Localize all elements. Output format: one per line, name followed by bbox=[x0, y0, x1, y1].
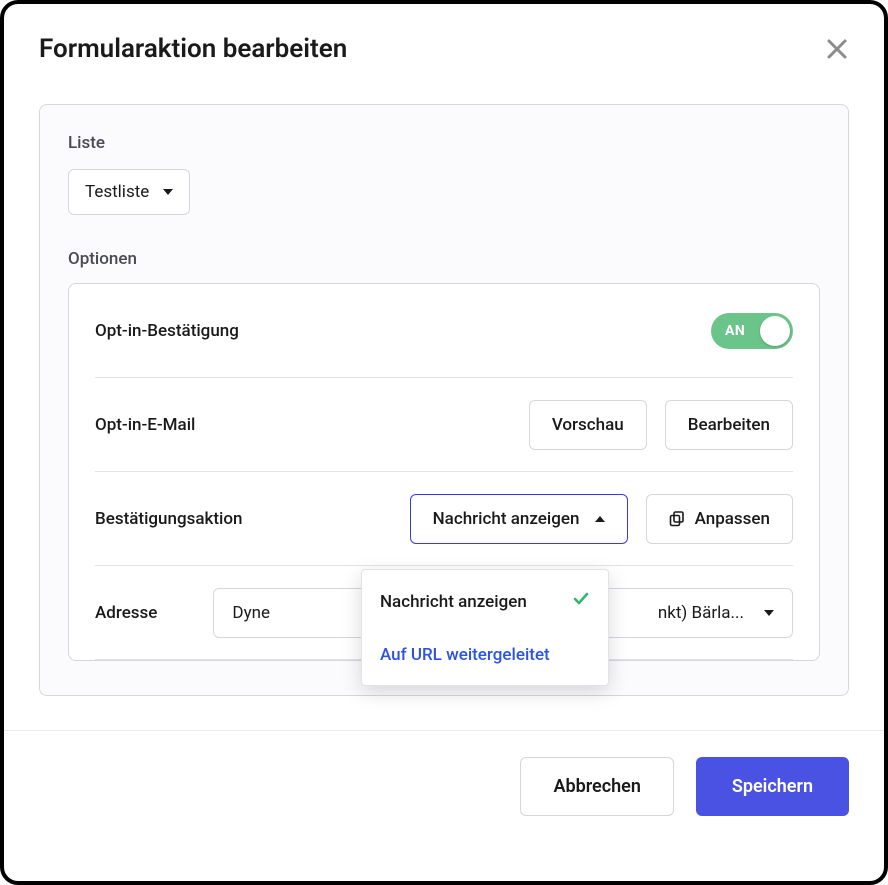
address-value-prefix: Dyne bbox=[232, 603, 270, 623]
menu-item-show-message[interactable]: Nachricht anzeigen bbox=[362, 574, 608, 629]
caret-down-icon bbox=[764, 610, 774, 616]
dialog-footer: Abbrechen Speichern bbox=[4, 730, 884, 842]
caret-up-icon bbox=[595, 516, 605, 522]
confirm-action-value: Nachricht anzeigen bbox=[433, 509, 580, 529]
caret-down-icon bbox=[163, 189, 173, 195]
row-optin-email: Opt-in-E-Mail Vorschau Bearbeiten bbox=[95, 378, 793, 472]
close-icon[interactable] bbox=[825, 37, 849, 61]
menu-item-redirect-url[interactable]: Auf URL weitergeleitet bbox=[362, 629, 608, 681]
dialog-body: Formularaktion bearbeiten Liste Testlist… bbox=[4, 4, 884, 696]
toggle-knob bbox=[760, 316, 790, 346]
row-confirm-action: Bestätigungsaktion Nachricht anzeigen An… bbox=[95, 472, 793, 566]
dialog-header: Formularaktion bearbeiten bbox=[39, 34, 849, 64]
confirm-action-label: Bestätigungsaktion bbox=[95, 509, 242, 529]
list-select-value: Testliste bbox=[85, 182, 149, 202]
preview-button[interactable]: Vorschau bbox=[529, 400, 647, 450]
save-button[interactable]: Speichern bbox=[696, 757, 849, 816]
optin-confirm-label: Opt-in-Bestätigung bbox=[95, 321, 239, 341]
row-optin-confirm: Opt-in-Bestätigung AN bbox=[95, 284, 793, 378]
address-label: Adresse bbox=[95, 603, 157, 623]
optin-confirm-toggle[interactable]: AN bbox=[711, 313, 793, 349]
address-value-suffix: nkt) Bärla... bbox=[658, 603, 744, 623]
confirm-action-select[interactable]: Nachricht anzeigen bbox=[410, 494, 628, 544]
list-label: Liste bbox=[68, 133, 820, 153]
copy-icon bbox=[669, 511, 685, 527]
options-box: Opt-in-Bestätigung AN Opt-in-E-Mail Vors… bbox=[68, 283, 820, 661]
dialog-frame: Formularaktion bearbeiten Liste Testlist… bbox=[0, 0, 888, 885]
check-icon bbox=[572, 590, 590, 613]
form-panel: Liste Testliste Optionen Opt-in-Bestätig… bbox=[39, 104, 849, 696]
toggle-on-label: AN bbox=[725, 323, 745, 339]
optin-email-label: Opt-in-E-Mail bbox=[95, 415, 195, 435]
customize-button[interactable]: Anpassen bbox=[646, 494, 793, 544]
list-select[interactable]: Testliste bbox=[68, 169, 190, 215]
cancel-button[interactable]: Abbrechen bbox=[520, 757, 673, 816]
options-label: Optionen bbox=[68, 249, 820, 269]
dialog-title: Formularaktion bearbeiten bbox=[39, 34, 347, 64]
confirm-action-menu: Nachricht anzeigen Auf URL weitergeleite… bbox=[361, 569, 609, 686]
edit-button[interactable]: Bearbeiten bbox=[665, 400, 793, 450]
